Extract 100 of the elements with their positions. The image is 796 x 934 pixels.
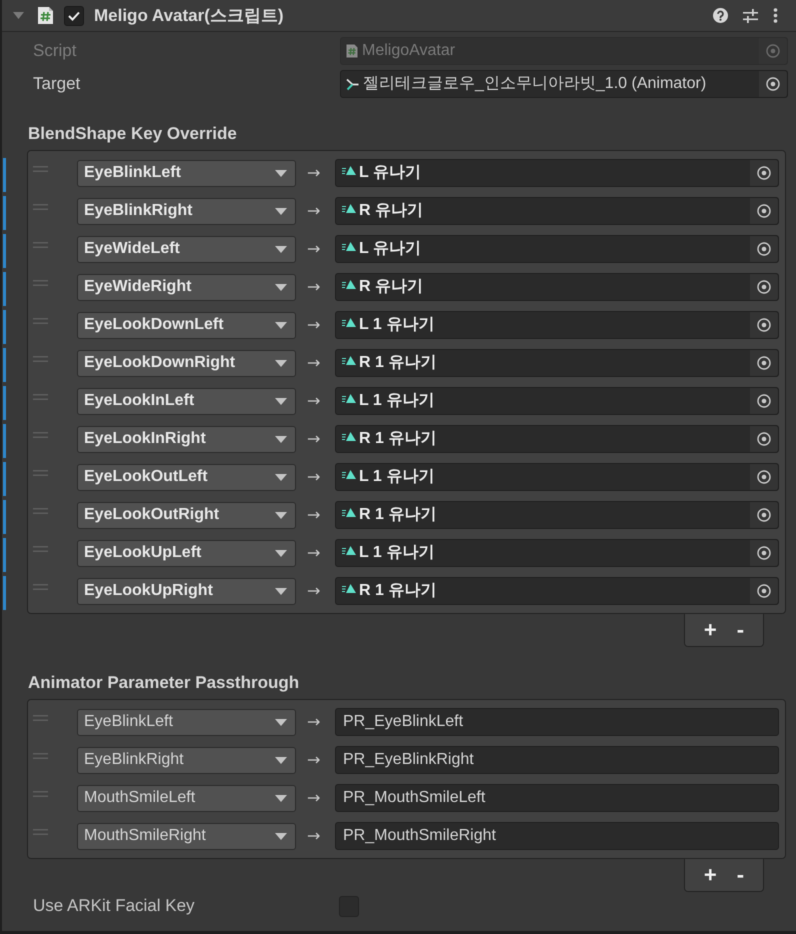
section-title: Animator Parameter Passthrough	[28, 673, 300, 693]
text-field[interactable]: PR_MouthSmileRight	[335, 822, 779, 850]
add-button[interactable]: +	[700, 864, 720, 886]
key-dropdown[interactable]: EyeLookDownRight	[77, 350, 296, 376]
object-field[interactable]: R 1 유나기	[335, 501, 779, 529]
object-picker-button[interactable]	[750, 502, 778, 528]
triangle-icon	[342, 279, 356, 290]
dropdown-caret-icon	[275, 436, 287, 442]
triangle-icon	[342, 583, 356, 594]
mapping-arrow: →	[307, 314, 322, 336]
object-picker-button[interactable]	[750, 160, 778, 186]
script-file-icon	[346, 44, 358, 58]
mapping-arrow: →	[307, 825, 322, 847]
drag-handle-icon[interactable]	[33, 166, 48, 172]
dropdown-caret-icon	[275, 208, 287, 214]
drag-handle-icon[interactable]	[33, 791, 48, 797]
triangle-icon	[342, 241, 356, 252]
add-button[interactable]: +	[700, 619, 720, 641]
dropdown-caret-icon	[275, 360, 287, 366]
key-dropdown[interactable]: EyeBlinkRight	[77, 198, 296, 224]
key-dropdown[interactable]: EyeLookOutLeft	[77, 464, 296, 490]
target-icon	[757, 166, 771, 180]
key-dropdown[interactable]: EyeLookDownLeft	[77, 312, 296, 338]
object-field[interactable]: R 유나기	[335, 197, 779, 225]
enable-checkbox[interactable]	[64, 6, 84, 26]
object-field[interactable]: L 1 유나기	[335, 463, 779, 491]
key-dropdown[interactable]: EyeBlinkLeft	[77, 708, 296, 736]
key-dropdown[interactable]: EyeWideRight	[77, 274, 296, 300]
object-field[interactable]: L 유나기	[335, 235, 779, 263]
object-field[interactable]: R 1 유나기	[335, 349, 779, 377]
dropdown-caret-icon	[275, 832, 287, 840]
target-icon	[757, 584, 771, 598]
script-file-icon	[37, 6, 54, 25]
object-picker-button[interactable]	[750, 388, 778, 414]
object-picker-button[interactable]	[750, 198, 778, 224]
mapping-arrow: →	[307, 711, 322, 733]
checkmark-icon	[68, 10, 80, 20]
object-picker-button[interactable]	[750, 312, 778, 338]
object-picker-button[interactable]	[750, 274, 778, 300]
component-title: Meligo Avatar(스크립트)	[94, 4, 284, 27]
object-field[interactable]: 젤리테크글로우_인소무니아라빗_1.0 (Animator)	[340, 70, 788, 98]
object-picker-button[interactable]	[759, 71, 787, 97]
key-dropdown[interactable]: EyeLookUpLeft	[77, 540, 296, 566]
drag-handle-icon[interactable]	[33, 584, 48, 590]
drag-handle-icon[interactable]	[33, 753, 48, 759]
object-field[interactable]: R 1 유나기	[335, 425, 779, 453]
key-dropdown[interactable]: EyeLookInRight	[77, 426, 296, 452]
help-icon[interactable]	[713, 8, 728, 23]
mapping-arrow: →	[307, 162, 322, 184]
text-field[interactable]: PR_EyeBlinkLeft	[335, 708, 779, 736]
object-picker-button[interactable]	[750, 464, 778, 490]
drag-handle-icon[interactable]	[33, 508, 48, 514]
object-field[interactable]: L 1 유나기	[335, 387, 779, 415]
foldout-caret-icon[interactable]	[13, 12, 24, 19]
key-dropdown[interactable]: EyeBlinkLeft	[77, 160, 296, 186]
text-field[interactable]: PR_MouthSmileLeft	[335, 784, 779, 812]
drag-handle-icon[interactable]	[33, 432, 48, 438]
remove-button[interactable]: -	[734, 619, 748, 641]
mapping-arrow: →	[307, 787, 322, 809]
object-field[interactable]: L 1 유나기	[335, 539, 779, 567]
drag-handle-icon[interactable]	[33, 242, 48, 248]
target-icon	[757, 508, 771, 522]
key-dropdown[interactable]: EyeLookInLeft	[77, 388, 296, 414]
object-field[interactable]: L 유나기	[335, 159, 779, 187]
key-dropdown[interactable]: MouthSmileRight	[77, 822, 296, 850]
object-field[interactable]: R 유나기	[335, 273, 779, 301]
dropdown-caret-icon	[275, 474, 287, 480]
object-picker-button[interactable]	[750, 236, 778, 262]
drag-handle-icon[interactable]	[33, 280, 48, 286]
dropdown-caret-icon	[275, 718, 287, 726]
key-dropdown[interactable]: EyeLookOutRight	[77, 502, 296, 528]
object-picker-button[interactable]	[750, 426, 778, 452]
drag-handle-icon[interactable]	[33, 715, 48, 721]
drag-handle-icon[interactable]	[33, 394, 48, 400]
text-field[interactable]: PR_EyeBlinkRight	[335, 746, 779, 774]
key-dropdown[interactable]: MouthSmileLeft	[77, 784, 296, 812]
triangle-icon	[342, 545, 356, 556]
object-picker-button[interactable]	[750, 350, 778, 376]
key-dropdown[interactable]: EyeBlinkRight	[77, 746, 296, 774]
drag-handle-icon[interactable]	[33, 356, 48, 362]
menu-icon[interactable]	[773, 8, 778, 23]
triangle-icon	[342, 317, 356, 328]
sliders-icon[interactable]	[743, 8, 758, 22]
object-field[interactable]: R 1 유나기	[335, 577, 779, 605]
triangle-icon	[342, 431, 356, 442]
object-picker-button[interactable]	[750, 540, 778, 566]
key-dropdown[interactable]: EyeWideLeft	[77, 236, 296, 262]
drag-handle-icon[interactable]	[33, 470, 48, 476]
key-dropdown[interactable]: EyeLookUpRight	[77, 578, 296, 604]
mapping-arrow: →	[307, 749, 322, 771]
drag-handle-icon[interactable]	[33, 546, 48, 552]
dropdown-caret-icon	[275, 246, 287, 252]
drag-handle-icon[interactable]	[33, 318, 48, 324]
object-picker-button[interactable]	[750, 578, 778, 604]
remove-button[interactable]: -	[734, 864, 748, 886]
object-field[interactable]: L 1 유나기	[335, 311, 779, 339]
drag-handle-icon[interactable]	[33, 204, 48, 210]
dropdown-caret-icon	[275, 398, 287, 404]
drag-handle-icon[interactable]	[33, 829, 48, 835]
triangle-icon	[342, 393, 356, 404]
